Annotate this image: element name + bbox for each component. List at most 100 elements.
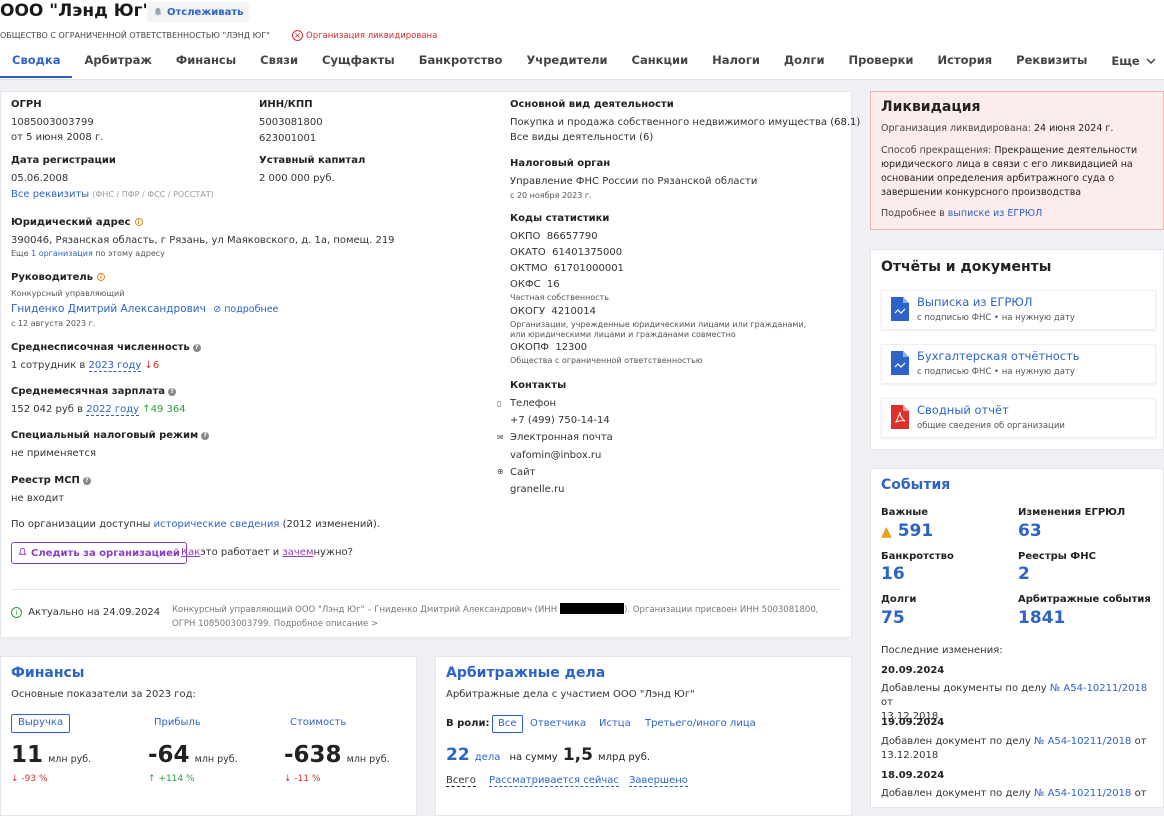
finances-title[interactable]: Финансы bbox=[11, 665, 84, 681]
doc-title: Сводный отчёт bbox=[917, 403, 1009, 417]
okfs-value: ОКФС 16 bbox=[510, 279, 560, 290]
sum-value: 1,5 bbox=[562, 745, 593, 765]
filter-in-progress[interactable]: Рассматривается сейчас bbox=[489, 775, 619, 787]
help-icon[interactable]: ? bbox=[168, 388, 177, 396]
history-suffix: (2012 изменений). bbox=[282, 519, 380, 530]
tab-bankruptcy[interactable]: Банкротство bbox=[407, 44, 515, 78]
phone-link[interactable]: +7 (499) 750-14-14 bbox=[510, 415, 610, 426]
events-egrul-label: Изменения ЕГРЮЛ bbox=[1018, 507, 1126, 518]
tab-value[interactable]: Стоимость bbox=[290, 717, 346, 728]
salary-change: ↑49 364 bbox=[142, 404, 186, 415]
all-requisites-link[interactable]: Все реквизиты bbox=[11, 189, 89, 200]
tab-profit[interactable]: Прибыль bbox=[154, 717, 201, 728]
salary-year-link[interactable]: 2022 году bbox=[86, 404, 140, 416]
why-text: нужно? bbox=[313, 547, 353, 558]
email-label: Электронная почта bbox=[510, 432, 613, 443]
recent-tail: 13.12.2018 bbox=[881, 750, 939, 761]
role-plaintiff[interactable]: Истца bbox=[599, 718, 631, 729]
recent-date: 20.09.2024 bbox=[881, 665, 945, 676]
tab-links[interactable]: Связи bbox=[248, 44, 310, 78]
info-icon[interactable]: i bbox=[134, 218, 143, 226]
document-icon bbox=[891, 351, 909, 375]
finances-subtitle: Основные показатели за 2023 год: bbox=[11, 689, 196, 700]
events-fns[interactable]: 2 bbox=[1018, 564, 1030, 584]
recent-suffix: от bbox=[881, 697, 893, 708]
why-link[interactable]: зачем bbox=[282, 547, 313, 558]
tab-sanctions[interactable]: Санкции bbox=[620, 44, 701, 78]
track-button[interactable]: Отслеживать bbox=[147, 2, 250, 22]
tab-taxes[interactable]: Налоги bbox=[700, 44, 772, 78]
ogrn-label: ОГРН bbox=[11, 99, 42, 110]
tab-debts[interactable]: Долги bbox=[772, 44, 837, 78]
events-title[interactable]: События bbox=[881, 477, 950, 493]
tab-inspections[interactable]: Проверки bbox=[837, 44, 926, 78]
tab-facts[interactable]: Сущфакты bbox=[310, 44, 407, 78]
tab-arbitration[interactable]: Арбитраж bbox=[72, 44, 163, 78]
events-debts[interactable]: 75 bbox=[881, 608, 905, 628]
history-link[interactable]: исторические сведения bbox=[154, 519, 280, 530]
capital-value: 2 000 000 руб. bbox=[259, 173, 335, 184]
doc-summary-report[interactable]: Сводный отчёт общие сведения об организа… bbox=[881, 398, 1156, 438]
filter-completed[interactable]: Завершено bbox=[629, 775, 688, 787]
tax-regime-label: Специальный налоговый режим? bbox=[11, 430, 210, 441]
events-egrul[interactable]: 63 bbox=[1018, 521, 1042, 541]
egrul-extract-link[interactable]: выписке из ЕГРЮЛ bbox=[948, 208, 1042, 219]
case-link[interactable]: № А54-10211/2018 bbox=[1034, 788, 1131, 799]
help-icon[interactable]: ? bbox=[82, 477, 91, 485]
info-icon[interactable]: i bbox=[97, 273, 106, 281]
role-third-party[interactable]: Третьего/иного лица bbox=[645, 718, 756, 729]
address-more-link[interactable]: 1 организация bbox=[31, 249, 93, 258]
address-more-suffix: по этому адресу bbox=[95, 249, 165, 258]
follow-button[interactable]: Следить за организацией bbox=[11, 542, 187, 564]
filter-total[interactable]: Всего bbox=[446, 775, 476, 787]
tab-summary[interactable]: Сводка bbox=[0, 44, 73, 78]
close-circle-icon: × bbox=[292, 30, 303, 41]
tax-authority-label: Налоговый орган bbox=[510, 158, 611, 169]
inn-value: 5003081800 bbox=[259, 117, 323, 128]
case-link[interactable]: № А54-10211/2018 bbox=[1050, 683, 1147, 694]
cases-count[interactable]: 22 bbox=[446, 745, 470, 765]
liquidation-title: Ликвидация bbox=[881, 99, 981, 115]
salary-value: 152 042 руб в 2022 году ↑49 364 bbox=[11, 404, 186, 416]
head-more-link[interactable]: ⊘ подробнее bbox=[213, 304, 278, 315]
help-icon[interactable]: ? bbox=[192, 344, 201, 352]
all-activities-link[interactable]: Все виды деятельности (6) bbox=[510, 132, 653, 143]
msp-value: не входит bbox=[11, 493, 65, 504]
address-more-prefix: Еще bbox=[11, 249, 29, 258]
head-name-link[interactable]: Гниденко Дмитрий Александрович bbox=[11, 303, 206, 315]
events-important[interactable]: ▲ 591 bbox=[881, 521, 933, 541]
recent-suffix: от bbox=[1134, 788, 1147, 799]
tab-more-label: Еще bbox=[1111, 54, 1140, 68]
events-bankruptcy[interactable]: 16 bbox=[881, 564, 905, 584]
tab-finances[interactable]: Финансы bbox=[164, 44, 248, 78]
events-bankruptcy-label: Банкротство bbox=[881, 551, 954, 562]
employees-year-link[interactable]: 2023 году bbox=[88, 360, 142, 372]
tab-more[interactable]: Еще bbox=[1099, 44, 1164, 78]
case-link[interactable]: № А54-10211/2018 bbox=[1034, 736, 1131, 747]
tab-history[interactable]: История bbox=[925, 44, 1004, 78]
role-defendant[interactable]: Ответчика bbox=[530, 718, 586, 729]
doc-subtitle: с подписью ФНС • на нужную дату bbox=[917, 367, 1075, 377]
how-link[interactable]: Как bbox=[181, 547, 200, 558]
arbitration-title[interactable]: Арбитражные дела bbox=[446, 665, 605, 681]
role-all[interactable]: Все bbox=[492, 715, 523, 733]
requisites-note: (ФНС / ПФР / ФСС / РОССТАТ) bbox=[92, 190, 214, 199]
value-unit: млн руб. bbox=[346, 754, 390, 765]
okogu-value: ОКОГУ 4210014 bbox=[510, 306, 596, 317]
footer-note-3[interactable]: ОГРН 1085003003799. Подробное описание > bbox=[172, 619, 378, 629]
help-icon[interactable]: ? bbox=[201, 432, 210, 440]
recent-item: Добавлен документ по делу № А54-10211/20… bbox=[881, 735, 1156, 763]
liquidation-date-row: Организация ликвидирована: 24 июня 2024 … bbox=[881, 123, 1113, 134]
tab-revenue[interactable]: Выручка bbox=[11, 714, 71, 733]
doc-accounting[interactable]: Бухгалтерская отчётность с подписью ФНС … bbox=[881, 344, 1156, 384]
tab-requisites[interactable]: Реквизиты bbox=[1004, 44, 1099, 78]
tab-founders[interactable]: Учредители bbox=[514, 44, 619, 78]
site-link[interactable]: granelle.ru bbox=[510, 484, 564, 495]
email-link[interactable]: vafomin@inbox.ru bbox=[510, 450, 601, 461]
phone-icon: ▯ bbox=[497, 399, 502, 408]
tax-authority-value: Управление ФНС России по Рязанской облас… bbox=[510, 176, 758, 187]
doc-egrul-extract[interactable]: Выписка из ЕГРЮЛ с подписью ФНС • на нуж… bbox=[881, 290, 1156, 330]
recent-changes-label: Последние изменения: bbox=[881, 645, 1003, 656]
revenue-value: 11 bbox=[11, 742, 44, 768]
events-arbitration[interactable]: 1841 bbox=[1018, 608, 1065, 628]
